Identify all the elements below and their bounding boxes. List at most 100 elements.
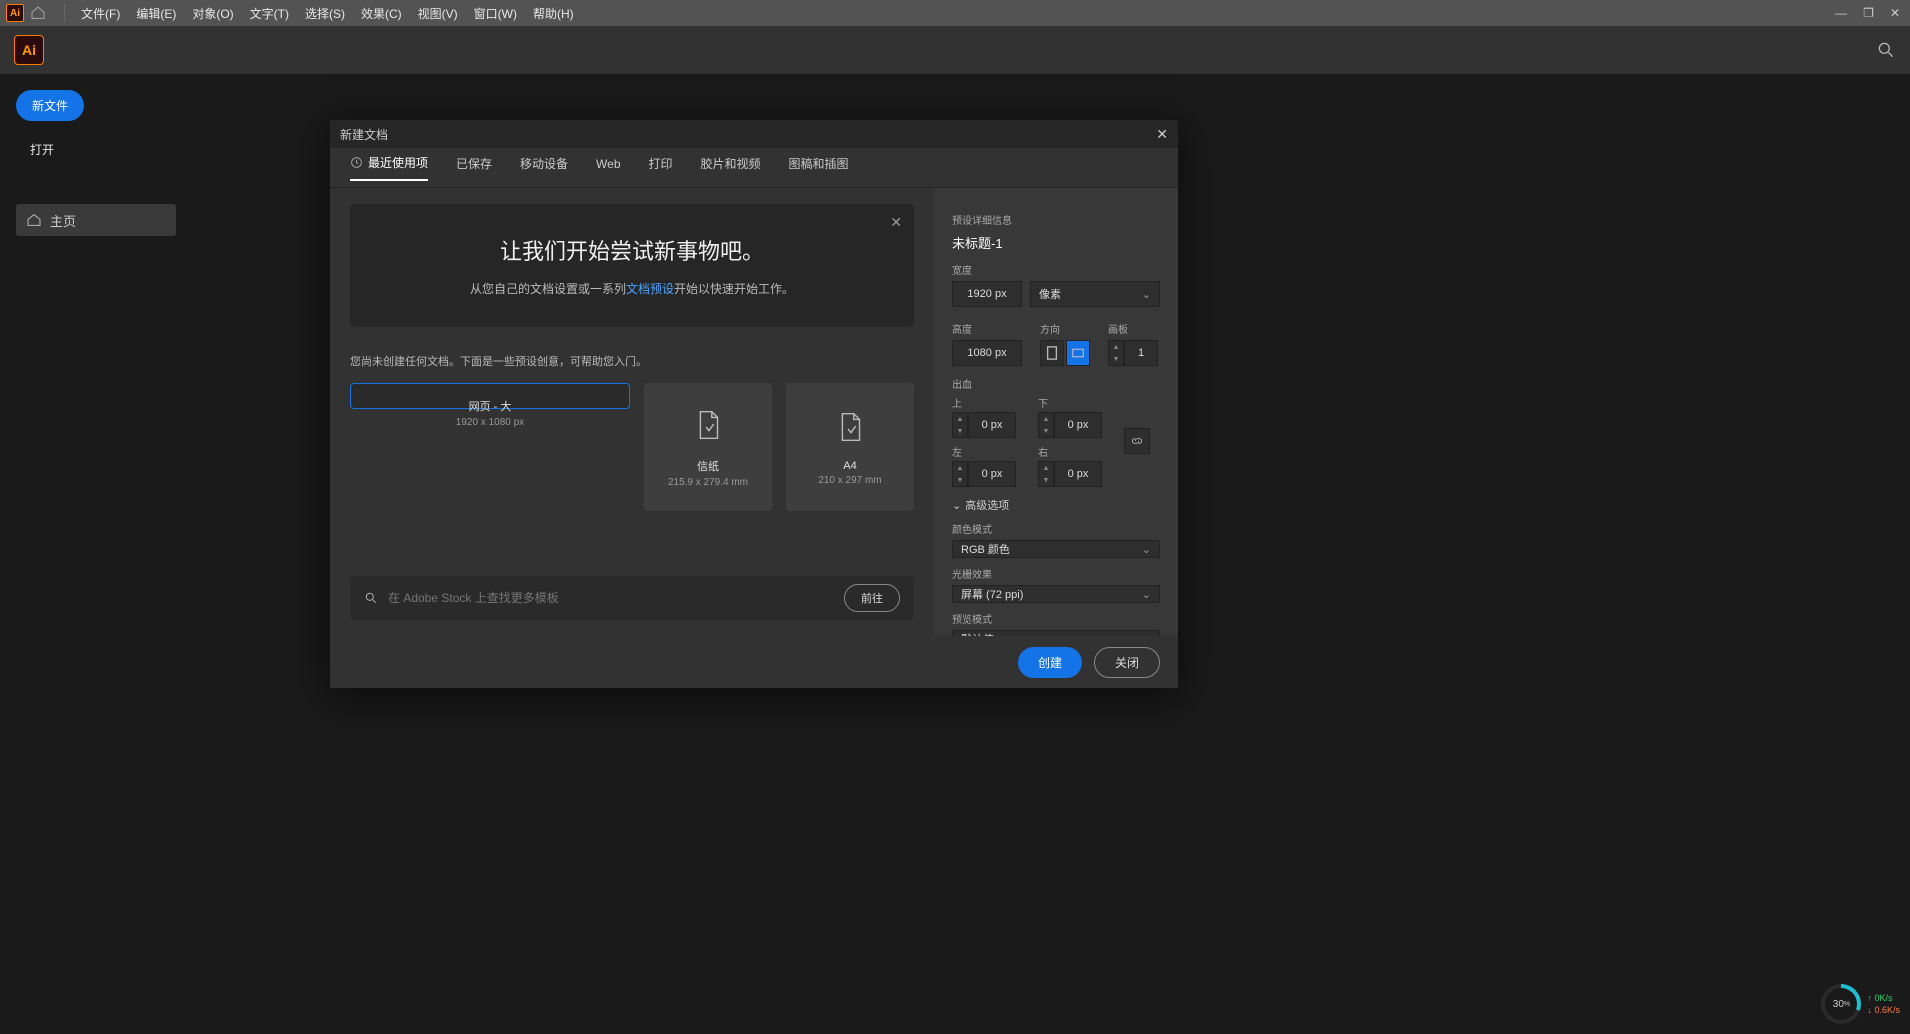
app-badge-icon: Ai [6, 4, 24, 22]
dialog-title: 新建文档 [340, 126, 388, 143]
menubar: Ai 文件(F) 编辑(E) 对象(O) 文字(T) 选择(S) 效果(C) 视… [0, 0, 1910, 26]
raster-label: 光栅效果 [952, 566, 1160, 581]
orientation-portrait-button[interactable] [1040, 340, 1064, 366]
menu-select[interactable]: 选择(S) [297, 5, 353, 22]
artboards-stepper[interactable]: ▲▼ [1108, 340, 1124, 366]
new-document-dialog: 新建文档 ✕ 最近使用项 已保存 移动设备 Web 打印 胶片和视频 图稿和插图… [330, 120, 1178, 688]
tab-saved[interactable]: 已保存 [456, 155, 492, 180]
preview-label: 预览模式 [952, 611, 1160, 626]
appbar: Ai [0, 26, 1910, 74]
menu-window[interactable]: 窗口(W) [466, 5, 525, 22]
width-input[interactable]: 1920 px [952, 281, 1022, 307]
bleed-right-input[interactable]: 0 px [1054, 461, 1102, 487]
window-minimize-icon[interactable]: — [1835, 6, 1847, 20]
card-title: 网页 - 大 [469, 398, 512, 414]
chevron-down-icon: ⌄ [952, 499, 961, 512]
create-button[interactable]: 创建 [1018, 647, 1082, 678]
app-logo-icon: Ai [14, 35, 44, 65]
preset-details-label: 预设详细信息 [952, 212, 1160, 227]
link-bleed-icon[interactable] [1124, 428, 1150, 454]
raster-select[interactable]: 屏幕 (72 ppi)⌄ [952, 585, 1160, 603]
dialog-titlebar: 新建文档 ✕ [330, 120, 1178, 148]
banner-heading: 让我们开始尝试新事物吧。 [370, 234, 894, 266]
tab-recent[interactable]: 最近使用项 [350, 154, 428, 181]
card-sub: 1920 x 1080 px [456, 417, 524, 428]
menu-type[interactable]: 文字(T) [242, 5, 297, 22]
dialog-tabs: 最近使用项 已保存 移动设备 Web 打印 胶片和视频 图稿和插图 [330, 148, 1178, 188]
new-file-button[interactable]: 新文件 [16, 90, 84, 121]
color-mode-label: 颜色模式 [952, 521, 1160, 536]
stock-search-input[interactable] [388, 591, 844, 605]
chevron-down-icon: ⌄ [1142, 543, 1151, 556]
bleed-bottom-stepper[interactable]: ▲▼ [1038, 412, 1054, 438]
tab-print[interactable]: 打印 [649, 155, 673, 180]
tab-film[interactable]: 胶片和视频 [701, 155, 761, 180]
preset-cards: 网页 - 大 1920 x 1080 px 信纸 215.9 x 279.4 m… [350, 383, 914, 511]
stock-search-bar: 前往 [350, 576, 914, 620]
card-title: 信纸 [697, 458, 719, 474]
unit-select[interactable]: 像素⌄ [1030, 281, 1160, 307]
page-icon [689, 406, 727, 444]
bleed-top-input[interactable]: 0 px [968, 412, 1016, 438]
bleed-right-stepper[interactable]: ▲▼ [1038, 461, 1054, 487]
card-title: A4 [843, 460, 856, 472]
artboards-label: 画板 [1108, 321, 1158, 336]
preset-card-web-large[interactable]: 网页 - 大 1920 x 1080 px [350, 383, 630, 409]
dialog-right-pane: 预设详细信息 宽度 1920 px 像素⌄ 高度 1080 px 方向 [934, 188, 1178, 636]
upload-speed: ↑ 0K/s [1867, 992, 1900, 1004]
start-sidebar: 新文件 打开 主页 [16, 90, 176, 236]
advanced-toggle[interactable]: ⌄ 高级选项 [952, 497, 1160, 513]
menu-view[interactable]: 视图(V) [410, 5, 466, 22]
bleed-label: 出血 [952, 376, 1160, 391]
bleed-bottom-input[interactable]: 0 px [1054, 412, 1102, 438]
divider [64, 4, 65, 22]
window-close-icon[interactable]: ✕ [1890, 6, 1900, 20]
chevron-down-icon: ⌄ [1142, 288, 1151, 301]
menu-effect[interactable]: 效果(C) [353, 5, 410, 22]
chevron-down-icon: ⌄ [1142, 633, 1151, 637]
width-label: 宽度 [952, 262, 1160, 277]
menu-edit[interactable]: 编辑(E) [128, 5, 184, 22]
preset-link[interactable]: 文档预设 [626, 282, 674, 296]
document-name-input[interactable] [952, 231, 1160, 254]
tab-art[interactable]: 图稿和插图 [789, 155, 849, 180]
preset-hint: 您尚未创建任何文档。下面是一些预设创意，可帮助您入门。 [350, 353, 914, 369]
home-icon [26, 212, 42, 228]
height-input[interactable]: 1080 px [952, 340, 1022, 366]
orientation-label: 方向 [1040, 321, 1090, 336]
bleed-left-stepper[interactable]: ▲▼ [952, 461, 968, 487]
banner-close-icon[interactable]: ✕ [890, 214, 902, 231]
sidebar-item-label: 主页 [50, 211, 76, 230]
bleed-left-input[interactable]: 0 px [968, 461, 1016, 487]
window-maximize-icon[interactable]: ❐ [1863, 6, 1874, 20]
dialog-left-pane: ✕ 让我们开始尝试新事物吧。 从您自己的文档设置或一系列文档预设开始以快速开始工… [330, 188, 934, 636]
menu-file[interactable]: 文件(F) [73, 5, 128, 22]
tab-web[interactable]: Web [596, 157, 620, 179]
orientation-landscape-button[interactable] [1066, 340, 1090, 366]
sidebar-item-home[interactable]: 主页 [16, 204, 176, 236]
height-label: 高度 [952, 321, 1022, 336]
tab-mobile[interactable]: 移动设备 [520, 155, 568, 180]
color-mode-select[interactable]: RGB 颜色⌄ [952, 540, 1160, 558]
open-button[interactable]: 打开 [16, 131, 68, 168]
search-icon [364, 591, 378, 605]
bleed-top-stepper[interactable]: ▲▼ [952, 412, 968, 438]
home-icon[interactable] [30, 5, 46, 21]
close-button[interactable]: 关闭 [1094, 647, 1160, 678]
page-icon [831, 408, 869, 446]
stock-go-button[interactable]: 前往 [844, 584, 900, 612]
dialog-close-icon[interactable]: ✕ [1156, 126, 1168, 143]
dialog-footer: 创建 关闭 [330, 636, 1178, 688]
menu-help[interactable]: 帮助(H) [525, 5, 582, 22]
clock-icon [350, 156, 363, 169]
preset-card-letter[interactable]: 信纸 215.9 x 279.4 mm [644, 383, 772, 511]
welcome-banner: ✕ 让我们开始尝试新事物吧。 从您自己的文档设置或一系列文档预设开始以快速开始工… [350, 204, 914, 327]
banner-text: 从您自己的文档设置或一系列文档预设开始以快速开始工作。 [370, 280, 894, 297]
preset-card-a4[interactable]: A4 210 x 297 mm [786, 383, 914, 511]
download-speed: ↓ 0.6K/s [1867, 1004, 1900, 1016]
card-sub: 215.9 x 279.4 mm [668, 477, 748, 488]
chevron-down-icon: ⌄ [1142, 588, 1151, 601]
search-icon[interactable] [1876, 40, 1896, 60]
menu-object[interactable]: 对象(O) [184, 5, 241, 22]
artboards-input[interactable]: 1 [1124, 340, 1158, 366]
